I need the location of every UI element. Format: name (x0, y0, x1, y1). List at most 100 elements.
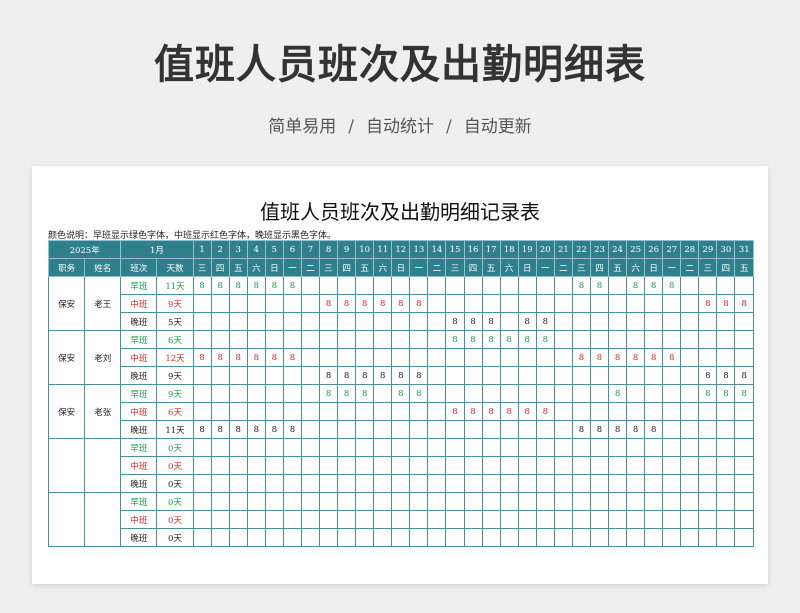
day-cell (264, 330, 284, 349)
day-cell: 8 (517, 402, 537, 421)
day-cell (409, 456, 429, 475)
day-cell: 8 (246, 276, 266, 295)
day-cell (319, 276, 339, 295)
day-cell (553, 510, 573, 529)
day-cell (192, 528, 212, 547)
day-cell (391, 348, 411, 367)
day-cell (337, 438, 357, 457)
day-cell (680, 420, 700, 439)
day-cell (210, 474, 230, 493)
date-cell: 23 (589, 240, 610, 259)
weekday-cell: 四 (716, 258, 736, 277)
shift-cell: 中班 (120, 510, 158, 529)
day-cell (499, 294, 519, 313)
day-cell: 8 (192, 276, 212, 295)
day-cell (264, 474, 284, 493)
day-cell (337, 510, 357, 529)
day-cell (662, 294, 682, 313)
day-cell (608, 528, 628, 547)
day-cell (644, 510, 664, 529)
day-cell: 8 (716, 294, 736, 313)
day-cell (300, 456, 321, 475)
day-cell (716, 276, 736, 295)
days-cell: 0天 (156, 492, 194, 511)
day-cell: 8 (517, 312, 537, 331)
day-cell (300, 510, 321, 529)
day-cell (626, 492, 646, 511)
day-cell (517, 528, 537, 547)
day-cell (282, 312, 302, 331)
day-cell (517, 276, 537, 295)
day-cell (319, 510, 339, 529)
weekday-cell: 一 (535, 258, 555, 277)
subtitle: 简单易用 / 自动统计 / 自动更新 (0, 112, 800, 137)
day-cell (264, 402, 284, 421)
day-cell (192, 366, 212, 385)
day-cell (373, 438, 393, 457)
day-cell (481, 366, 501, 385)
weekday-cell: 四 (337, 258, 357, 277)
day-cell (337, 456, 357, 475)
day-cell (373, 348, 393, 367)
days-cell: 12天 (156, 348, 194, 367)
day-cell (282, 474, 302, 493)
day-cell: 8 (698, 294, 718, 313)
days-cell: 9天 (156, 294, 194, 313)
date-cell: 5 (264, 240, 284, 259)
table-row: 中班 9天 8 8 8 8 8 8 8 8 8 (49, 294, 754, 313)
day-cell (734, 348, 754, 367)
day-cell (553, 438, 573, 457)
day-cell (662, 420, 682, 439)
day-cell: 8 (499, 402, 519, 421)
day-cell (589, 366, 610, 385)
day-cell: 8 (571, 276, 591, 295)
day-cell (300, 276, 321, 295)
day-cell (228, 402, 248, 421)
day-cell (463, 420, 483, 439)
subtitle-separator: / (348, 117, 354, 137)
weekday-cell: 四 (210, 258, 230, 277)
day-cell (373, 492, 393, 511)
day-cell (409, 330, 429, 349)
day-cell (445, 474, 465, 493)
day-cell (535, 474, 555, 493)
day-cell (644, 366, 664, 385)
day-cell (192, 438, 212, 457)
day-cell (698, 330, 718, 349)
day-cell (734, 474, 754, 493)
day-cell (481, 348, 501, 367)
day-cell (409, 276, 429, 295)
day-cell: 8 (608, 420, 628, 439)
shift-cell: 中班 (120, 402, 158, 421)
day-cell (355, 492, 375, 511)
day-cell: 8 (445, 312, 465, 331)
day-cell (571, 402, 591, 421)
date-cell: 3 (228, 240, 248, 259)
day-cell (282, 456, 302, 475)
date-cell: 20 (535, 240, 555, 259)
day-cell (734, 276, 754, 295)
day-cell (337, 348, 357, 367)
day-cell (571, 384, 591, 403)
day-cell (319, 330, 339, 349)
weekday-cell: 五 (355, 258, 375, 277)
day-cell (571, 330, 591, 349)
day-cell: 8 (535, 312, 555, 331)
day-cell (517, 474, 537, 493)
day-cell: 8 (481, 330, 501, 349)
day-cell (481, 276, 501, 295)
day-cell (571, 456, 591, 475)
day-cell (282, 492, 302, 511)
day-cell (210, 528, 230, 547)
day-cell (373, 456, 393, 475)
day-cell (481, 438, 501, 457)
day-cell (463, 438, 483, 457)
day-cell (535, 510, 555, 529)
day-cell (337, 420, 357, 439)
day-cell (373, 420, 393, 439)
date-cell: 12 (391, 240, 411, 259)
day-cell (644, 402, 664, 421)
header-shift: 班次 (120, 258, 158, 277)
weekday-cell: 二 (427, 258, 447, 277)
day-cell: 8 (210, 420, 230, 439)
